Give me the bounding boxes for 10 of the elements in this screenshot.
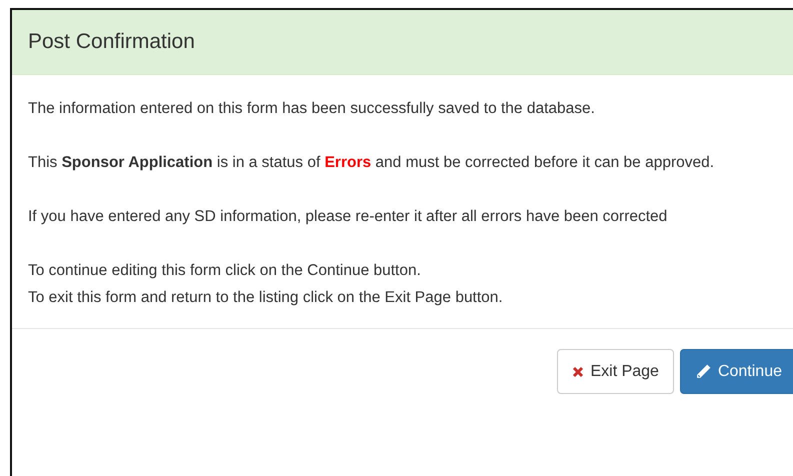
message-text: If you have entered any SD information, please re-enter it after all errors have been corrected: [28, 207, 668, 227]
exit-page-button[interactable]: Exit Page: [557, 349, 674, 394]
message-text: This Sponsor Application is in a status of Errors and must be corrected before it can be approved.: [28, 153, 716, 173]
close-icon: [572, 366, 584, 378]
continue-button[interactable]: Continue: [680, 349, 793, 394]
dialog-title: Post Confirmation: [28, 30, 195, 54]
message-text: The information entered on this form has been successfully saved to the database.: [28, 99, 596, 119]
pencil-icon: [694, 363, 712, 380]
message-text: To continue editing this form click on the Continue button.: [28, 261, 422, 281]
message-text: To exit this form and return to the listing click on the Exit Page button.: [28, 288, 504, 308]
